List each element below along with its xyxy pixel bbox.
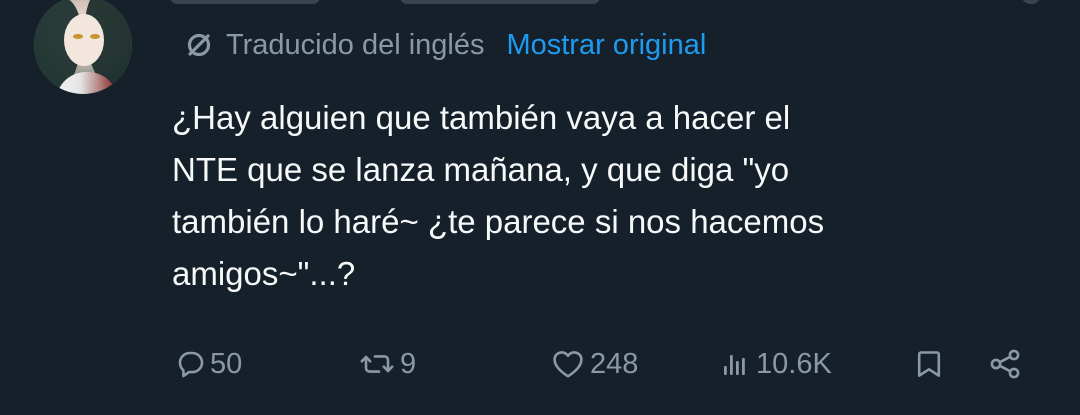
retweet-button[interactable]: 9 (355, 336, 416, 392)
views-icon (722, 336, 748, 392)
top-partial-header (170, 0, 1050, 6)
tweet-line-2: NTE que se lanza mañana, y que diga "yo (172, 151, 790, 188)
avatar-eye-left (73, 34, 83, 39)
tweet-line-4: amigos~"...? (172, 255, 356, 292)
avatar[interactable] (34, 0, 132, 94)
partial-menu-icon (1022, 0, 1040, 4)
tweet-line-1: ¿Hay alguien que también vaya a hacer el (172, 99, 791, 136)
bookmark-icon (912, 336, 946, 392)
retweet-count: 9 (400, 348, 417, 380)
translation-label: Traducido del inglés (226, 29, 485, 61)
retweet-icon (355, 336, 399, 392)
reply-icon (174, 336, 208, 392)
tweet-line-3: también lo haré~ ¿te parece si nos hacem… (172, 203, 825, 240)
tweet-text: ¿Hay alguien que también vaya a hacer el… (172, 92, 1032, 300)
like-button[interactable]: 248 (550, 336, 638, 392)
translate-slash-icon (182, 28, 216, 62)
avatar-face (64, 14, 104, 66)
reply-count: 50 (210, 348, 243, 380)
heart-icon (550, 336, 586, 392)
views-button[interactable]: 10.6K (722, 336, 832, 392)
reply-button[interactable]: 50 (174, 336, 242, 392)
avatar-eye-right (90, 34, 100, 39)
partial-username-blob (170, 0, 320, 4)
tweet-actions-bar: 50 9 248 10.6K (0, 336, 1080, 392)
partial-handle-blob (400, 0, 600, 4)
bookmark-button[interactable] (912, 336, 946, 392)
translation-row: Traducido del inglés Mostrar original (182, 26, 706, 64)
views-count: 10.6K (756, 348, 832, 380)
share-icon (986, 336, 1026, 392)
show-original-link[interactable]: Mostrar original (506, 26, 706, 64)
share-button[interactable] (986, 336, 1026, 392)
like-count: 248 (590, 348, 639, 380)
